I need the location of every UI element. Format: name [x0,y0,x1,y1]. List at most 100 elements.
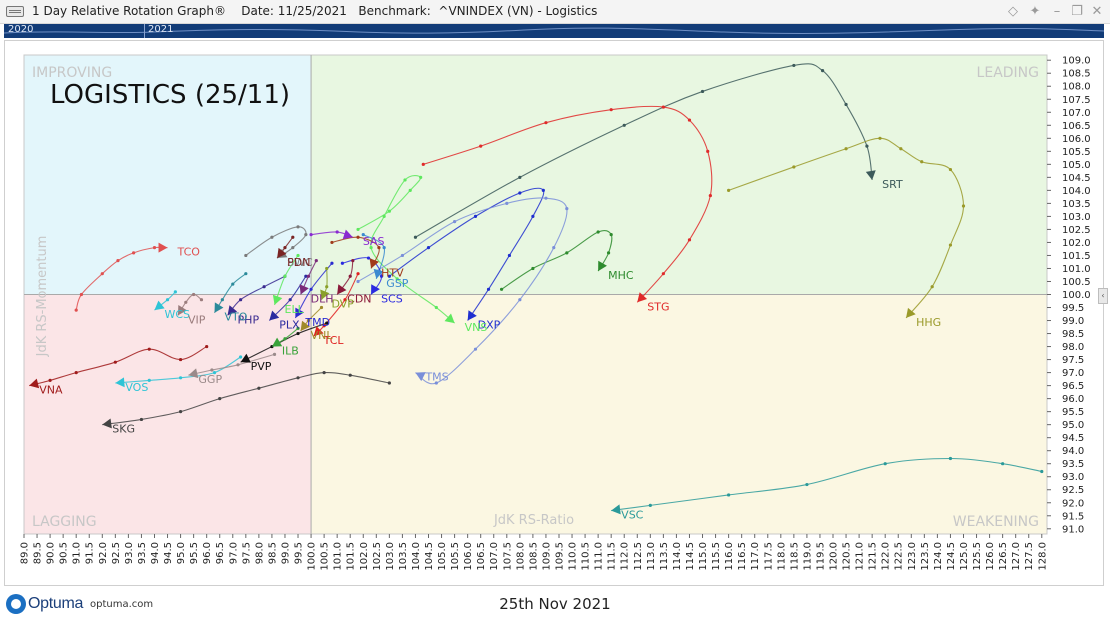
y-tick-label: 94.0 [1062,446,1084,457]
series-label-hhg: HHG [916,316,941,329]
trail-point-srt [844,102,848,107]
x-tick-label: 96.0 [202,542,213,564]
footer-date: 25th Nov 2021 [499,595,611,613]
series-label-tmd: TMD [304,316,330,329]
trail-point-dxp [473,214,478,219]
x-tick-label: 108.5 [528,542,539,571]
x-tick-label: 99.0 [280,542,291,564]
x-tick-label: 121.0 [855,542,866,571]
x-tick-label: 126.0 [985,542,996,571]
series-label-scs: SCS [381,293,403,306]
series-label-pvp: PVP [251,360,272,373]
x-tick-label: 117.0 [750,542,761,571]
trail-point-mhc [609,233,613,237]
trail-point-tms [400,253,405,258]
x-tick-label: 95.5 [189,542,200,564]
trail-point-tcl [356,272,360,276]
trail-point-vsc [1001,462,1005,466]
trail-point-vto [220,298,224,302]
x-tick-label: 95.0 [176,542,187,564]
trail-point-vsc [805,482,809,487]
trail-point-tco [116,259,120,263]
trail-point-tms [473,347,478,351]
x-tick-label: 102.5 [372,542,383,571]
trail-point-hhg [930,285,934,289]
quadrant-label-improving: IMPROVING [32,65,112,81]
y-tick-label: 95.5 [1062,407,1084,418]
x-tick-label: 92.5 [111,542,122,564]
y-tick-label: 102.0 [1062,238,1091,249]
y-tick-label: 103.0 [1062,212,1091,223]
trail-point-tms [518,298,522,302]
trail-point-skg [348,373,352,377]
x-tick-label: 117.5 [763,542,774,571]
trail-point-tms [552,246,556,250]
x-tick-label: 106.5 [476,542,487,571]
x-tick-label: 109.5 [554,542,565,571]
trail-point-vns [387,209,391,213]
y-tick-label: 92.5 [1062,485,1084,496]
trail-point-tms [505,201,509,205]
trail-point-tms [356,279,360,284]
trail-point-hhg [961,204,966,208]
trail-point-vsc [727,493,731,497]
y-tick-label: 106.0 [1062,134,1091,145]
x-tick-label: 97.5 [241,542,252,564]
trail-point-plx [288,298,292,302]
trail-point-dvp [325,285,329,289]
x-tick-label: 99.5 [294,542,305,564]
trail-point-dlh [314,259,318,263]
x-tick-label: 113.5 [659,542,670,571]
series-label-vnl: VNL [311,329,334,342]
x-tick-label: 116.0 [724,542,735,571]
x-tick-label: 113.0 [646,542,657,571]
x-tick-label: 127.5 [1024,542,1035,571]
x-tick-label: 110.5 [581,542,592,571]
y-tick-label: 107.5 [1062,95,1091,106]
trail-point-stg [661,105,665,109]
x-tick-label: 123.0 [907,542,918,571]
x-tick-label: 94.5 [163,542,174,564]
trail-point-ell [283,274,287,278]
trail-point-tms [544,196,548,200]
y-tick-label: 93.5 [1062,459,1084,470]
x-tick-label: 93.5 [137,542,148,564]
trail-point-vns [419,175,423,179]
trail-point-ilb [283,337,287,341]
y-tick-label: 106.5 [1062,121,1091,132]
trail-point-wcs [165,298,170,302]
x-tick-label: 116.5 [737,542,748,571]
x-tick-label: 124.0 [933,542,944,571]
trail-point-vna [74,370,78,375]
series-label-ilb: ILB [282,345,299,358]
trail-point-tmd [330,261,334,265]
trail-point-vsc [883,462,887,466]
trail-point-vto [244,272,248,276]
trail-point-ggp [210,368,214,372]
trail-point-srt [700,89,705,94]
y-tick-label: 99.0 [1062,316,1084,327]
trail-point-vip [199,298,204,302]
quadrant-leading [311,55,1048,295]
x-tick-label: 103.0 [385,542,396,571]
trail-point-vto [231,282,235,286]
trail-point-swc [296,225,300,229]
x-tick-label: 90.0 [46,542,57,564]
x-tick-label: 97.0 [228,542,239,564]
x-tick-label: 118.5 [789,542,800,571]
series-label-vto: VTO [225,311,248,324]
x-tick-label: 115.5 [711,542,722,571]
series-label-ell: ELL [285,303,305,316]
series-label-dlh: DLH [311,293,334,306]
trail-point-srt [413,235,418,239]
trail-point-stg [687,118,692,122]
trail-point-tco [100,272,104,276]
series-label-tms: TMS [424,371,448,384]
y-tick-label: 96.0 [1062,394,1084,405]
trail-point-stg [687,238,692,242]
y-tick-label: 108.5 [1062,69,1091,80]
trail-point-stg [706,149,710,153]
trail-point-hhg [920,160,924,164]
series-label-ggp: GGP [198,373,222,386]
y-tick-label: 93.0 [1062,472,1084,483]
